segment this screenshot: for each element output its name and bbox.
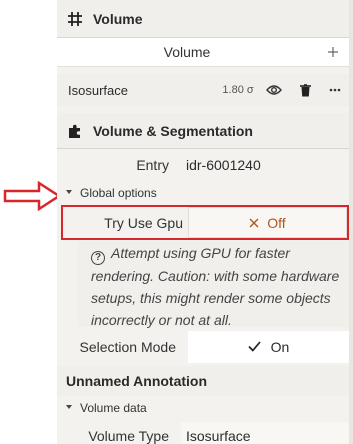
eye-icon[interactable] — [258, 74, 290, 106]
entry-select[interactable]: idr-6001240 — [181, 150, 349, 180]
trash-icon[interactable] — [289, 74, 321, 106]
annotation-section-header[interactable]: Unnamed Annotation — [57, 366, 349, 396]
gpu-help-content: Attempt using GPU for faster rendering. … — [91, 245, 340, 328]
add-volume-label: Volume — [163, 44, 211, 60]
volume-section-header[interactable]: Volume — [57, 0, 349, 38]
gpu-help-text: ? Attempt using GPU for faster rendering.… — [91, 242, 347, 331]
volume-type-row: Volume Type Isosurface — [57, 422, 349, 444]
selection-mode-label: Selection Mode — [79, 339, 176, 355]
global-options-label: Global options — [80, 186, 157, 200]
gpu-help-block: ? Attempt using GPU for faster rendering.… — [77, 241, 349, 328]
segmentation-section-header[interactable]: Volume & Segmentation — [57, 113, 349, 149]
global-options-toggle[interactable]: Global options — [57, 184, 349, 202]
puzzle-piece-icon — [57, 123, 93, 139]
segmentation-section-title: Volume & Segmentation — [93, 122, 253, 139]
caret-down-icon — [66, 405, 72, 409]
isosurface-item-row[interactable]: Isosurface 1.80 σ — [57, 74, 349, 106]
add-icon[interactable] — [317, 38, 349, 66]
entry-value: idr-6001240 — [186, 157, 261, 173]
volume-data-label: Volume data — [80, 401, 147, 415]
selection-mode-value: On — [270, 339, 290, 355]
volume-type-select[interactable]: Isosurface — [181, 422, 349, 444]
entry-label: Entry — [136, 157, 169, 173]
more-options-icon[interactable] — [321, 74, 349, 106]
try-use-gpu-highlight — [61, 205, 349, 240]
isosurface-name: Isosurface — [68, 82, 128, 98]
selection-mode-row: Selection Mode On — [57, 331, 349, 363]
caret-down-icon — [66, 190, 72, 194]
volume-section-title: Volume — [93, 10, 143, 27]
annotation-arrow — [3, 180, 61, 212]
add-volume-row: Volume — [57, 38, 349, 67]
volume-type-label: Volume Type — [88, 428, 169, 444]
volume-type-value: Isosurface — [186, 428, 251, 444]
annotation-section-title: Unnamed Annotation — [66, 373, 208, 389]
question-circle-icon: ? — [91, 251, 105, 265]
selection-mode-toggle[interactable]: On — [188, 331, 349, 363]
check-icon — [248, 339, 261, 355]
structure-tools-panel: Volume Volume Isosurface 1.80 σ Volume &… — [57, 0, 349, 444]
entry-row: Entry idr-6001240 — [57, 150, 349, 180]
isosurface-value: 1.80 σ — [222, 84, 254, 96]
add-volume-button[interactable]: Volume — [57, 38, 317, 66]
volume-grid-icon — [57, 11, 93, 26]
volume-data-toggle[interactable]: Volume data — [57, 398, 349, 418]
scrollbar[interactable] — [349, 0, 353, 444]
